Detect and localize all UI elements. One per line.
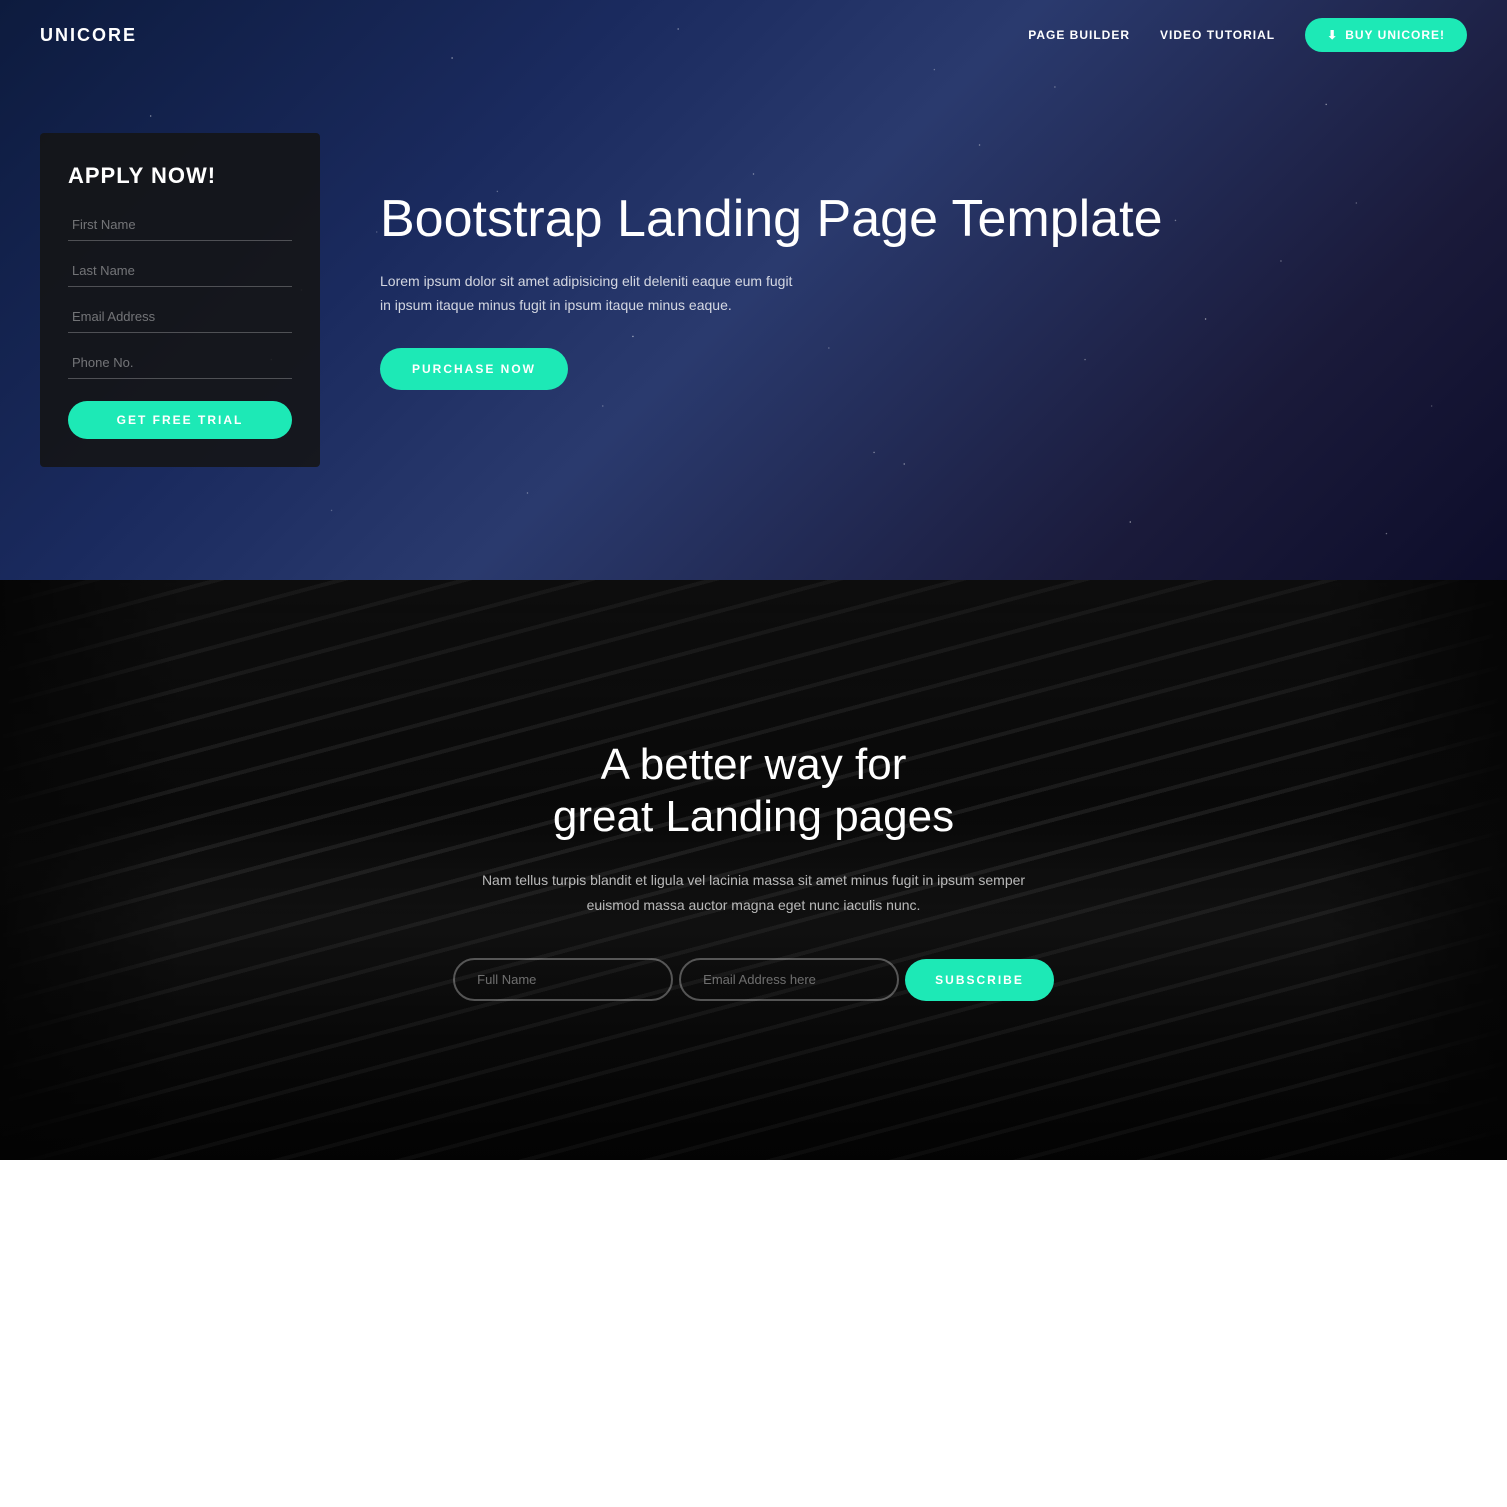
brand-logo: UNICORE <box>40 25 137 46</box>
subscribe-fullname-input[interactable] <box>453 958 673 1001</box>
nav-link-page-builder[interactable]: PAGE BUILDER <box>1028 28 1130 42</box>
phone-input[interactable] <box>68 347 292 379</box>
subscribe-row: SUBSCRIBE <box>453 958 1054 1001</box>
buy-button[interactable]: ⬇ BUY UNICORE! <box>1305 18 1467 52</box>
download-icon: ⬇ <box>1327 28 1338 42</box>
nav-links: PAGE BUILDER VIDEO TUTORIAL ⬇ BUY UNICOR… <box>1028 18 1467 52</box>
subscribe-email-input[interactable] <box>679 958 899 1001</box>
apply-card: APPLY NOW! GET FREE TRIAL <box>40 133 320 467</box>
subscribe-button[interactable]: SUBSCRIBE <box>905 959 1054 1001</box>
section2-headline: A better way for great Landing pages <box>453 739 1054 845</box>
last-name-input[interactable] <box>68 255 292 287</box>
hero-headline: Bootstrap Landing Page Template <box>380 190 1467 250</box>
purchase-button[interactable]: PURCHASE NOW <box>380 348 568 390</box>
email-input[interactable] <box>68 301 292 333</box>
first-name-input[interactable] <box>68 209 292 241</box>
hero-section: APPLY NOW! GET FREE TRIAL Bootstrap Land… <box>0 0 1507 580</box>
section2: A better way for great Landing pages Nam… <box>0 580 1507 1160</box>
nav-link-video-tutorial[interactable]: VIDEO TUTORIAL <box>1160 28 1275 42</box>
free-trial-button[interactable]: GET FREE TRIAL <box>68 401 292 439</box>
section2-content: A better way for great Landing pages Nam… <box>453 739 1054 1002</box>
navbar: UNICORE PAGE BUILDER VIDEO TUTORIAL ⬇ BU… <box>0 0 1507 70</box>
section2-body: Nam tellus turpis blandit et ligula vel … <box>464 868 1044 918</box>
apply-card-title: APPLY NOW! <box>68 163 292 189</box>
hero-text: Bootstrap Landing Page Template Lorem ip… <box>380 190 1467 389</box>
hero-body: Lorem ipsum dolor sit amet adipisicing e… <box>380 270 800 318</box>
hero-content: APPLY NOW! GET FREE TRIAL Bootstrap Land… <box>0 113 1507 467</box>
